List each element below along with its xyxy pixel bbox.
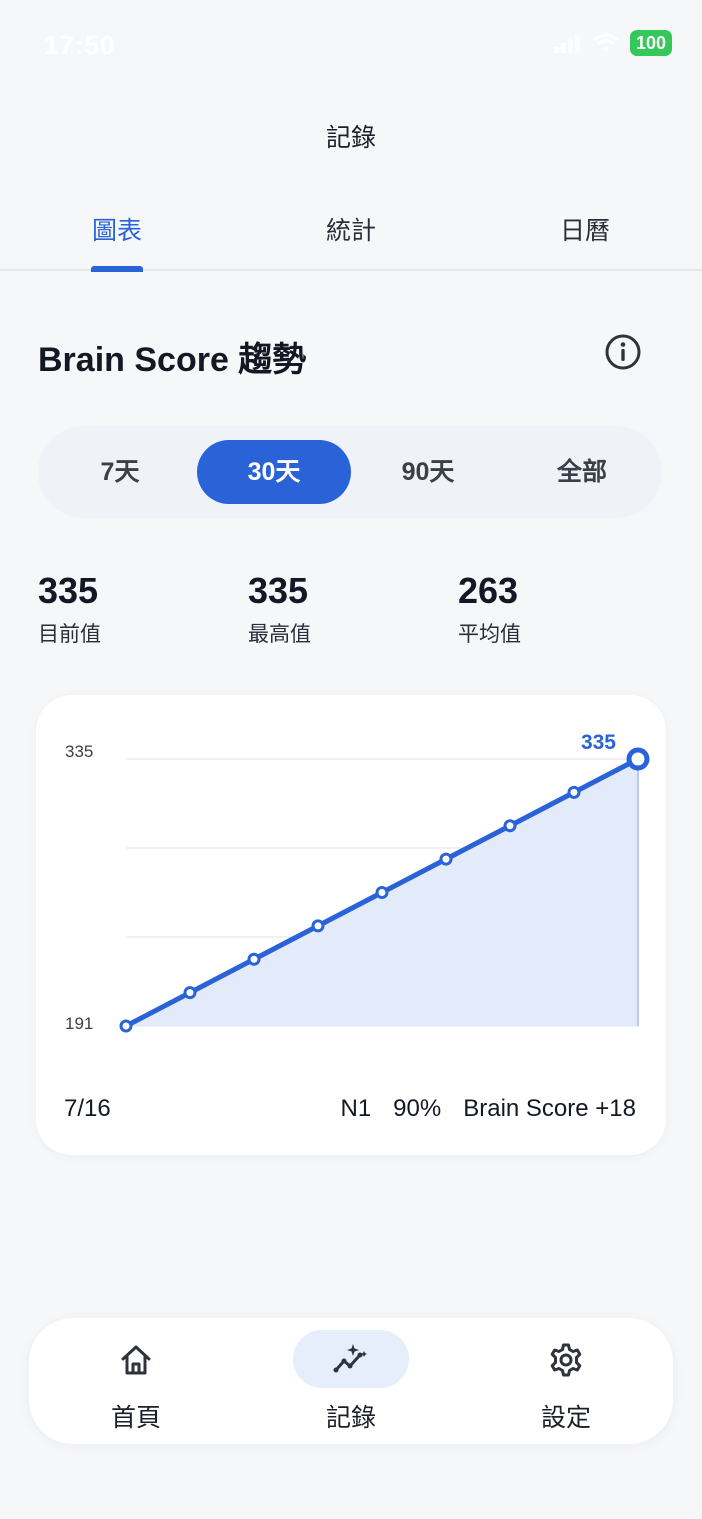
info-icon[interactable] [603, 332, 643, 372]
page-title: 記錄 [325, 124, 376, 152]
range-90-days[interactable]: 90天 [351, 440, 505, 504]
stat-average: 263 平均值 [458, 570, 521, 648]
data-point [567, 785, 581, 799]
bottom-nav: 首頁 記錄 設定 [29, 1318, 673, 1444]
nav-home-label: 首頁 [110, 1404, 161, 1432]
range-selector: 7天 30天 90天 全部 [38, 426, 662, 518]
last-value-label: 335 [581, 731, 616, 754]
status-indicators: 100 [553, 30, 672, 56]
data-point [119, 1019, 133, 1033]
tab-statistics[interactable]: 統計 [271, 211, 431, 247]
stat-current: 335 目前值 [38, 570, 101, 648]
data-point [183, 986, 197, 1000]
battery-indicator: 100 [629, 30, 672, 56]
nav-home[interactable]: 首頁 [29, 1318, 243, 1444]
chart-footer-date: 7/16 [64, 1095, 111, 1122]
data-point [503, 819, 517, 833]
wifi-icon [592, 33, 619, 52]
tab-calendar[interactable]: 日曆 [505, 211, 665, 247]
data-point [626, 747, 650, 771]
status-time: 17:50 [44, 30, 116, 60]
status-bar: 17:50 100 [0, 0, 702, 90]
nav-records-label: 記錄 [325, 1404, 376, 1432]
nav-settings-label: 設定 [540, 1404, 591, 1432]
chart-footer-info: N1 90% Brain Score +18 [340, 1095, 636, 1123]
home-icon [121, 1345, 151, 1375]
stat-highest-label: 最高值 [248, 623, 311, 646]
nav-records[interactable]: 記錄 [244, 1318, 458, 1444]
y-tick-min: 191 [65, 1014, 93, 1033]
range-30-days[interactable]: 30天 [197, 440, 351, 504]
stat-average-value: 263 [458, 570, 519, 611]
y-tick-max: 335 [65, 742, 93, 761]
chart-card: 335 191 335 7/16 N1 90% Brain Score +18 [36, 695, 666, 1155]
tab-chart[interactable]: 圖表 [37, 211, 197, 247]
nav-settings[interactable]: 設定 [459, 1318, 673, 1444]
stat-average-label: 平均值 [458, 623, 521, 646]
stat-highest: 335 最高值 [248, 570, 311, 648]
data-point [439, 852, 453, 866]
chart-footer-level: N1 [340, 1095, 372, 1122]
chart-footer-accuracy: 90% [393, 1095, 442, 1122]
chart-footer-score-delta: Brain Score +18 [463, 1095, 636, 1122]
trend-chart: 335 191 335 [65, 731, 650, 1033]
section-title: Brain Score 趨勢 [38, 341, 307, 379]
tab-bar: 圖表 統計 日曆 [0, 205, 702, 272]
chart-sparkle-icon [333, 1344, 367, 1373]
data-point [375, 886, 389, 899]
signal-icon [553, 35, 580, 53]
stat-current-label: 目前值 [38, 623, 101, 646]
gear-icon [550, 1343, 582, 1377]
data-point [311, 919, 325, 933]
stat-current-value: 335 [38, 570, 99, 611]
range-7-days[interactable]: 7天 [43, 440, 197, 504]
range-all[interactable]: 全部 [505, 440, 659, 504]
stat-highest-value: 335 [248, 570, 309, 611]
active-tab-indicator [91, 266, 143, 272]
data-point [247, 952, 261, 966]
